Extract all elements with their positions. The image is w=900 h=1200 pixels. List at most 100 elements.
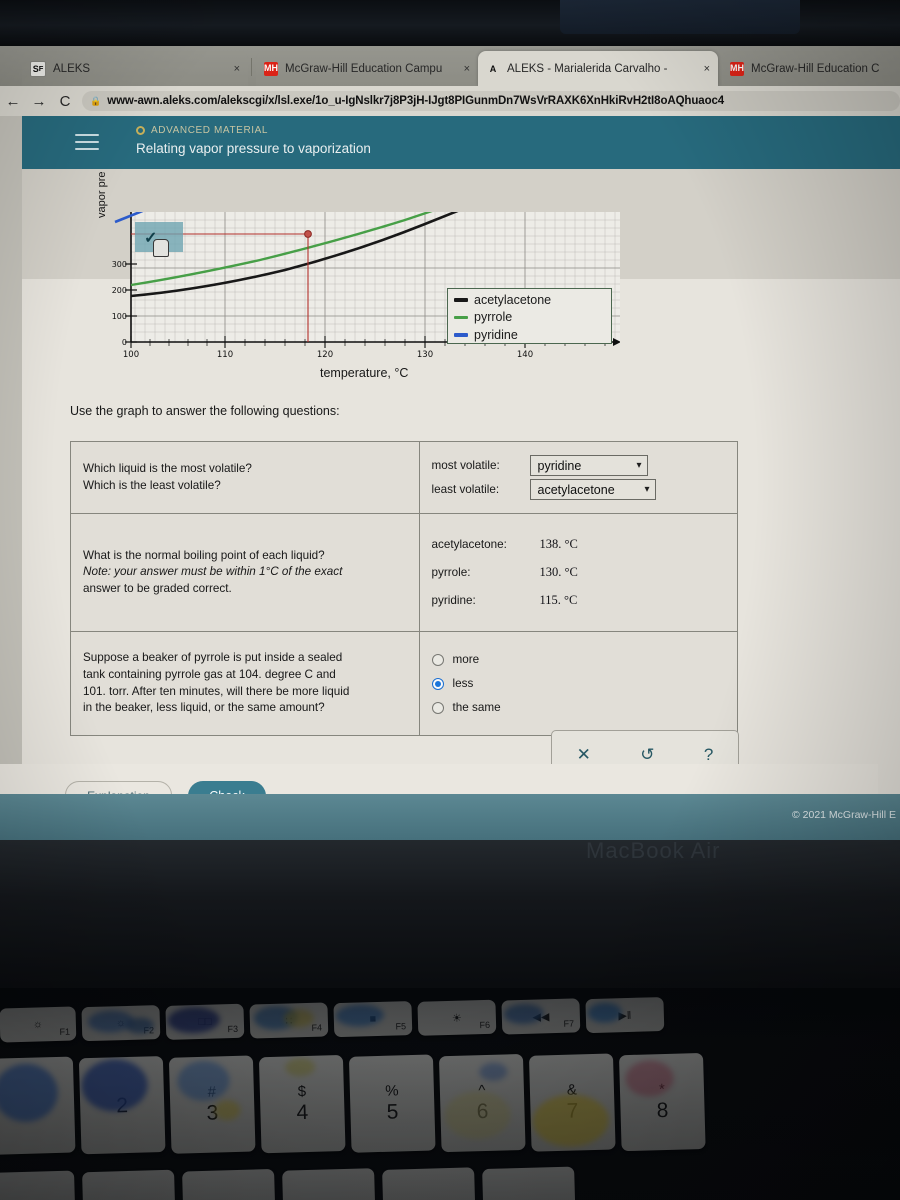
aleks-a-icon: A <box>489 63 497 74</box>
reload-icon[interactable]: C <box>52 93 78 110</box>
legend-item-acetylacetone: acetylacetone <box>454 291 605 309</box>
help-icon[interactable]: ? <box>704 745 713 765</box>
explanation-button[interactable]: Explanation <box>65 781 172 794</box>
key-f5[interactable]: ■ F5 <box>333 1001 413 1038</box>
radio-button-selected-icon[interactable] <box>431 677 444 690</box>
key-f8[interactable]: ▶‖ <box>585 997 665 1034</box>
key-8[interactable]: * 8 <box>618 1052 706 1152</box>
browser-tab-mcgraw-2[interactable]: MH McGraw-Hill Education C <box>722 51 900 86</box>
questions-table: Which liquid is the most volatile? Which… <box>70 441 739 736</box>
svg-text:100: 100 <box>112 312 127 321</box>
mouse-cursor-icon <box>153 239 169 257</box>
key-4[interactable]: $ 4 <box>258 1054 346 1154</box>
key-f7[interactable]: ◀◀ F7 <box>501 998 581 1035</box>
badge-label: ADVANCED MATERIAL <box>151 125 269 136</box>
key-f2[interactable]: ☼ F2 <box>81 1005 161 1042</box>
key-fn-label: F6 <box>479 1019 491 1031</box>
table-row-boiling-points: What is the normal boiling point of each… <box>70 513 739 632</box>
legend-swatch-icon <box>454 298 468 302</box>
key-5[interactable]: % 5 <box>348 1054 436 1153</box>
least-volatile-dropdown[interactable]: acetylacetone ▾ <box>529 479 656 500</box>
address-bar[interactable]: 🔒 www-awn.aleks.com/alekscgi/x/lsl.exe/1… <box>82 91 900 111</box>
key-7[interactable]: & 7 <box>528 1053 616 1152</box>
key-tab-row-f[interactable] <box>482 1166 576 1200</box>
radio-option-less[interactable]: less <box>431 677 725 690</box>
browser-tab-mcgraw-campus[interactable]: MH McGraw-Hill Education Campu × <box>256 51 478 86</box>
key-2[interactable]: 2 <box>78 1056 166 1155</box>
key-tab-row-e[interactable] <box>382 1167 476 1200</box>
legend-label: acetylacetone <box>474 292 552 307</box>
boiling-point-row-pyrrole: pyrrole: 130. °C <box>432 565 725 580</box>
radio-label: the same <box>452 701 501 714</box>
question-line: 101. torr. After ten minutes, will there… <box>83 684 350 698</box>
key-tab-row-b[interactable] <box>82 1169 176 1200</box>
browser-tab-aleks-student[interactable]: A ALEKS - Marialerida Carvalho - × <box>478 51 718 86</box>
question-cell: Suppose a beaker of pyrrole is put insid… <box>70 631 420 736</box>
key-6[interactable]: ^ 6 <box>438 1053 526 1153</box>
tab-close-icon[interactable]: × <box>698 63 710 75</box>
key-symbol: $ <box>297 1083 307 1101</box>
boiling-point-value[interactable]: 138. °C <box>540 537 578 552</box>
svg-text:200: 200 <box>112 286 127 295</box>
badge-dot-icon <box>136 126 145 135</box>
svg-text:140: 140 <box>517 350 533 357</box>
tab-title: ALEKS <box>53 62 91 75</box>
key-fn-label: F1 <box>59 1026 71 1037</box>
key-f6[interactable]: ☀ F6 <box>417 999 497 1036</box>
copyright-text: © 2021 McGraw-Hill E <box>791 809 896 821</box>
question-line: tank containing pyrrole gas at 104. degr… <box>83 667 336 681</box>
radio-button-icon[interactable] <box>431 701 444 714</box>
dropdown-value: pyridine <box>537 458 582 473</box>
boiling-point-value[interactable]: 130. °C <box>540 565 578 580</box>
key-f1[interactable]: ☼ F1 <box>0 1006 77 1043</box>
chart-x-axis-label: temperature, °C <box>320 366 409 380</box>
svg-text:100: 100 <box>123 350 139 357</box>
question-note-line: answer to be graded correct. <box>83 581 232 595</box>
boiling-point-value[interactable]: 115. °C <box>540 593 578 608</box>
key-tab-row-a[interactable] <box>0 1170 76 1200</box>
key-f3[interactable]: □□ F3 <box>165 1003 245 1040</box>
browser-tab-aleks[interactable]: SF ALEKS × <box>22 51 248 86</box>
tab-close-icon[interactable]: × <box>228 63 240 75</box>
tab-close-icon[interactable]: × <box>458 63 470 75</box>
hamburger-icon[interactable] <box>75 134 99 150</box>
key-3[interactable]: # 3 <box>168 1055 256 1154</box>
legend-label: pyrrole <box>474 310 513 325</box>
mcgraw-hill-icon: MH <box>264 61 278 76</box>
svg-text:120: 120 <box>317 350 333 357</box>
check-button[interactable]: Check <box>188 781 266 794</box>
back-icon[interactable]: ← <box>0 93 26 110</box>
most-volatile-dropdown[interactable]: pyridine ▾ <box>529 455 648 476</box>
chart-legend: acetylacetone pyrrole pyridine <box>447 288 612 344</box>
undo-icon[interactable]: ↺ <box>640 745 654 765</box>
forward-icon[interactable]: → <box>26 93 52 110</box>
question-line: What is the normal boiling point of each… <box>83 548 325 562</box>
radio-button-icon[interactable] <box>431 653 444 666</box>
question-line: Which liquid is the most volatile? <box>83 461 252 475</box>
key-fn-label: F4 <box>311 1022 323 1033</box>
browser-tab-strip: SF ALEKS × MH McGraw-Hill Education Camp… <box>0 46 900 86</box>
boiling-point-row-pyridine: pyridine: 115. °C <box>432 593 725 608</box>
keyboard-backlight-icon: ☀ <box>451 1012 462 1025</box>
dropdown-value: acetylacetone <box>537 482 615 497</box>
key-number: 5 <box>386 1100 399 1124</box>
laptop-photo: SF ALEKS × MH McGraw-Hill Education Camp… <box>0 0 900 1200</box>
answer-row-most-volatile: most volatile: pyridine ▾ <box>432 455 725 476</box>
key-f4[interactable]: ∷ F4 <box>249 1002 329 1039</box>
radio-option-more[interactable]: more <box>431 653 725 666</box>
boiling-point-label: pyrrole: <box>431 566 471 579</box>
close-icon[interactable]: ✕ <box>577 745 591 765</box>
address-bar-url: www-awn.aleks.com/alekscgi/x/lsl.exe/1o_… <box>107 95 725 107</box>
radio-option-the-same[interactable]: the same <box>431 701 725 714</box>
bottom-teal-band <box>0 794 900 840</box>
answer-label: least volatile: <box>431 483 500 496</box>
key-tab-row-d[interactable] <box>282 1168 376 1200</box>
screen-bezel-top <box>0 0 900 46</box>
svg-text:130: 130 <box>417 350 433 357</box>
tab-title: ALEKS - Marialerida Carvalho - <box>507 62 668 75</box>
app-header: ADVANCED MATERIAL Relating vapor pressur… <box>22 116 900 169</box>
key-1[interactable] <box>0 1056 76 1155</box>
key-number: 8 <box>656 1098 669 1123</box>
key-tab-row-c[interactable] <box>182 1168 276 1200</box>
table-row-beaker-question: Suppose a beaker of pyrrole is put insid… <box>70 631 739 736</box>
